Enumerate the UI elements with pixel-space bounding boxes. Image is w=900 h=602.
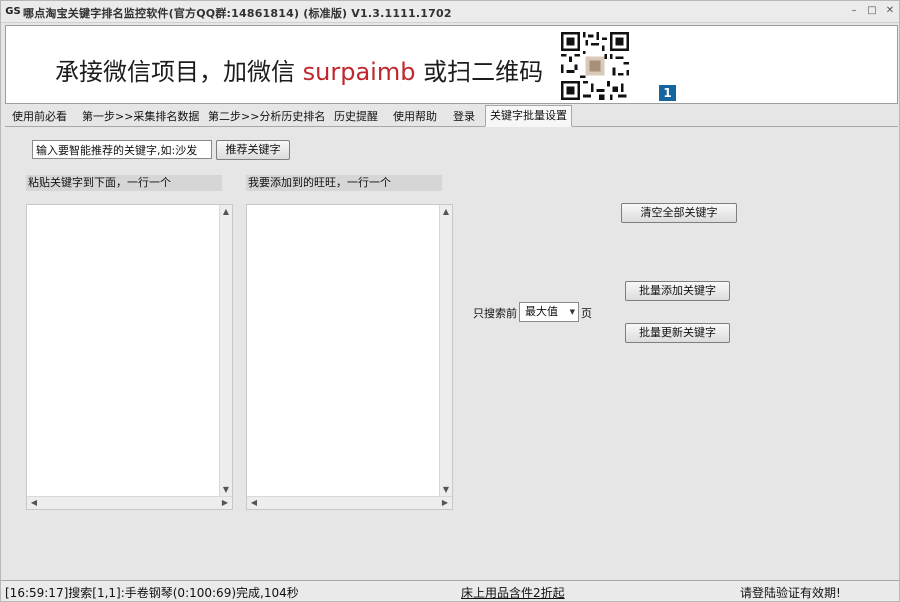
maximize-icon[interactable]: □	[865, 4, 879, 18]
scroll-left-icon[interactable]: ◀	[248, 497, 260, 509]
wangwang-horizontal-scrollbar[interactable]: ◀ ▶	[247, 496, 452, 509]
scroll-up-icon[interactable]: ▲	[440, 206, 452, 218]
banner-badge: 1	[659, 85, 676, 101]
page-limit-value: 最大值	[525, 305, 558, 318]
status-message: [16:59:17]搜索[1,1]:手卷钢琴(0:100:69)完成,104秒	[5, 586, 299, 600]
window-title: 哪点淘宝关键字排名监控软件(官方QQ群:14861814) (标准版) V1.3…	[23, 7, 452, 20]
status-bar: [16:59:17]搜索[1,1]:手卷钢琴(0:100:69)完成,104秒 …	[1, 580, 899, 601]
banner-text-after: 或扫二维码	[415, 58, 544, 86]
scroll-up-icon[interactable]: ▲	[220, 206, 232, 218]
tab-login[interactable]: 登录	[449, 107, 479, 126]
promo-link[interactable]: 床上用品含件2折起	[461, 584, 565, 601]
tab-bar: 使用前必看 第一步>>采集排名数据 第二步>>分析历史排名 历史提醒 使用帮助 …	[5, 105, 898, 127]
title-bar: GS 哪点淘宝关键字排名监控软件(官方QQ群:14861814) (标准版) V…	[1, 1, 899, 23]
clear-all-keywords-button[interactable]: 清空全部关键字	[621, 203, 737, 223]
scroll-right-icon[interactable]: ▶	[439, 497, 451, 509]
tab-help[interactable]: 使用帮助	[389, 107, 441, 126]
close-icon[interactable]: ✕	[883, 4, 897, 18]
scroll-right-icon[interactable]: ▶	[219, 497, 231, 509]
wangwang-vertical-scrollbar[interactable]: ▲ ▼	[439, 205, 452, 497]
tab-keyword-batch[interactable]: 关键字批量设置	[485, 105, 572, 127]
banner-text: 承接微信项目，加微信 surpaimb 或扫二维码	[55, 52, 543, 87]
banner-wechat-id: surpaimb	[302, 58, 416, 86]
recommend-keyword-button[interactable]: 推荐关键字	[216, 140, 290, 160]
batch-update-keywords-button[interactable]: 批量更新关键字	[625, 323, 730, 343]
page-limit-select[interactable]: 最大值 ▼	[519, 302, 579, 322]
keywords-textarea[interactable]: ▲ ▼ ◀ ▶	[26, 204, 233, 510]
app-window: GS 哪点淘宝关键字排名监控软件(官方QQ群:14861814) (标准版) V…	[0, 0, 900, 602]
page-unit-label: 页	[581, 307, 592, 320]
qr-code-icon	[561, 32, 629, 100]
keywords-horizontal-scrollbar[interactable]: ◀ ▶	[27, 496, 232, 509]
tab-analyze-history[interactable]: 第二步>>分析历史排名	[204, 107, 329, 126]
ad-banner[interactable]: 承接微信项目，加微信 surpaimb 或扫二维码 1	[5, 25, 898, 104]
scroll-down-icon[interactable]: ▼	[220, 484, 232, 496]
search-limit-label: 只搜索前	[473, 307, 517, 320]
tab-collect-ranking[interactable]: 第一步>>采集排名数据	[78, 107, 203, 126]
scroll-down-icon[interactable]: ▼	[440, 484, 452, 496]
scroll-left-icon[interactable]: ◀	[28, 497, 40, 509]
wangwang-textarea[interactable]: ▲ ▼ ◀ ▶	[246, 204, 453, 510]
keyword-recommend-input[interactable]	[32, 140, 212, 159]
tab-must-read[interactable]: 使用前必看	[8, 107, 71, 126]
app-logo-icon: GS	[5, 6, 21, 17]
minimize-icon[interactable]: –	[847, 4, 861, 18]
chevron-down-icon: ▼	[569, 308, 575, 316]
wangwang-list-label: 我要添加到的旺旺，一行一个	[246, 175, 442, 191]
keywords-vertical-scrollbar[interactable]: ▲ ▼	[219, 205, 232, 497]
banner-text-before: 承接微信项目，加微信	[55, 58, 303, 86]
keywords-list-label: 粘贴关键字到下面，一行一个	[26, 175, 222, 191]
batch-add-keywords-button[interactable]: 批量添加关键字	[625, 281, 730, 301]
login-notice: 请登陆验证有效期!	[740, 586, 841, 600]
tab-history-reminder[interactable]: 历史提醒	[330, 107, 382, 126]
